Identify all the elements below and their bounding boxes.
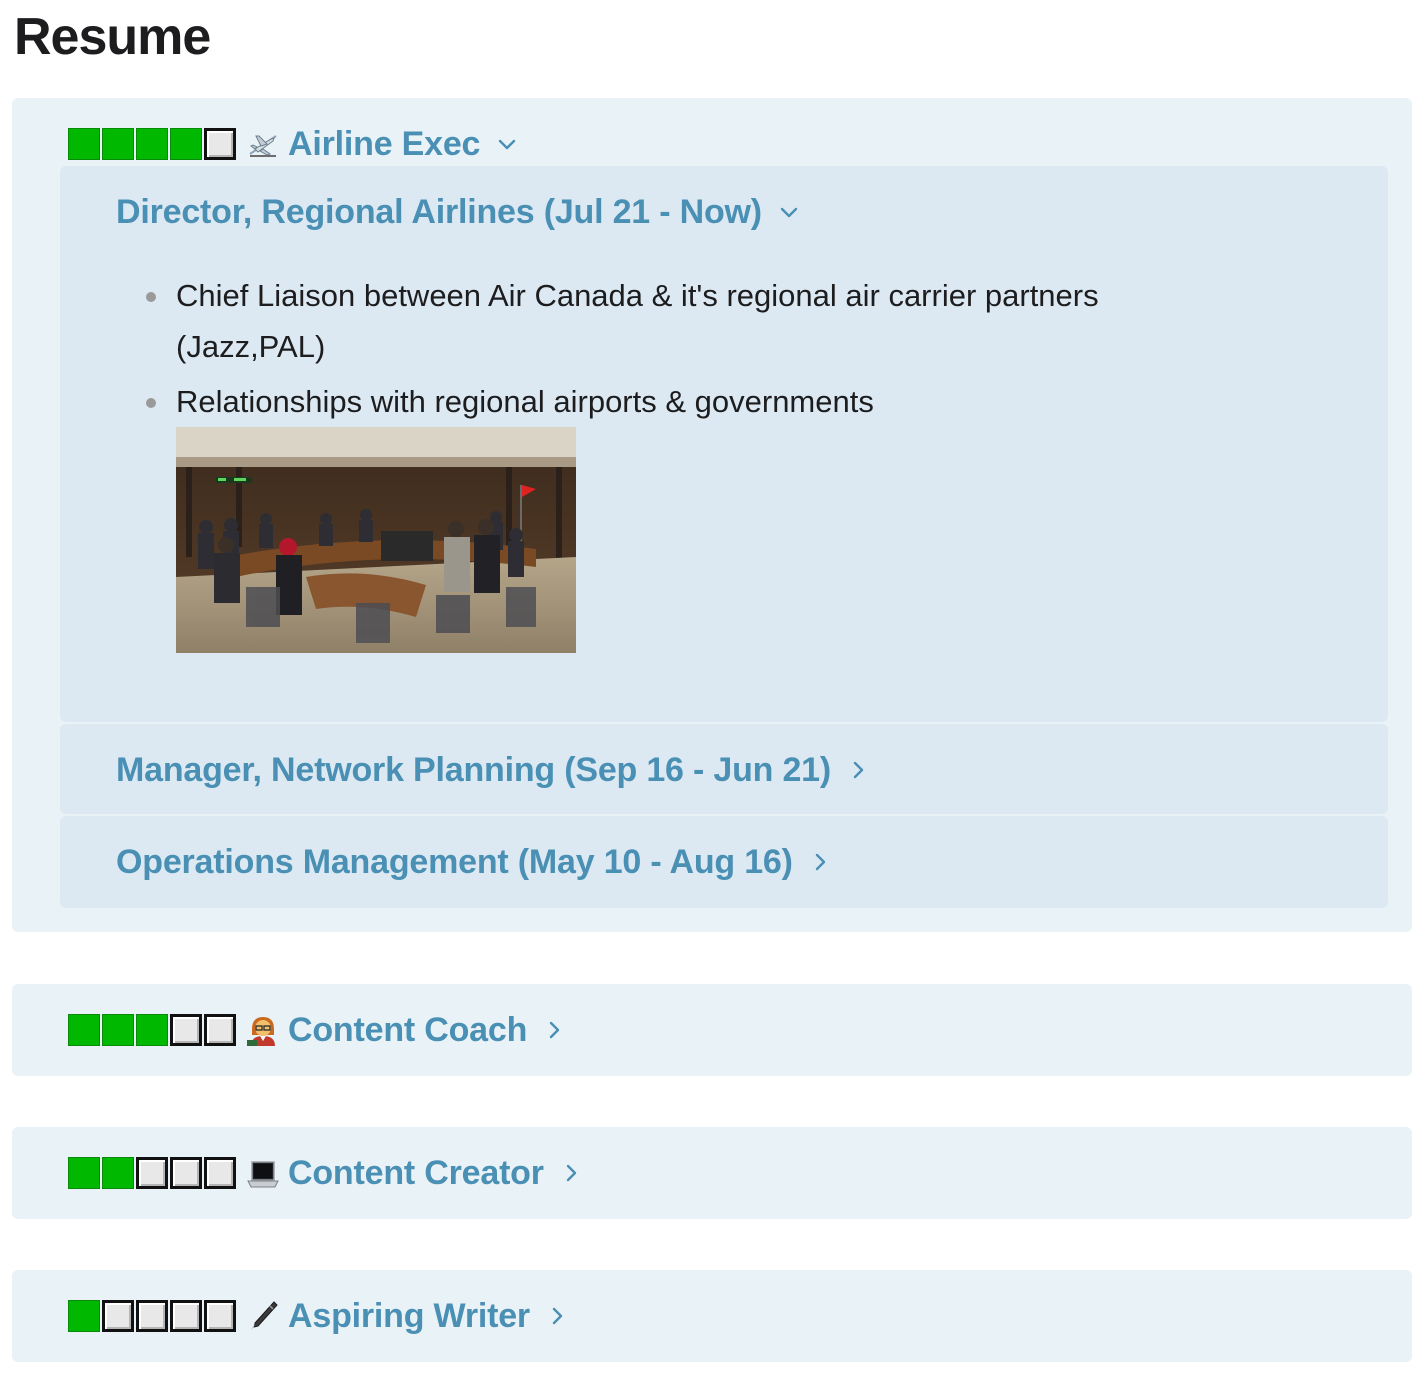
rating-box-empty — [204, 128, 236, 160]
rating-box-empty — [170, 1157, 202, 1189]
rating-box-filled — [170, 128, 202, 160]
rating-box-empty — [136, 1300, 168, 1332]
chevron-right-icon[interactable] — [546, 1305, 568, 1327]
rating-meter — [68, 1013, 238, 1047]
group-title: Content Coach — [288, 1010, 528, 1049]
bullet-list: Chief Liaison between Air Canada & it's … — [144, 270, 1244, 431]
rating-box-filled — [68, 1157, 100, 1189]
rating-meter — [68, 1156, 238, 1190]
rating-box-filled — [68, 128, 100, 160]
rating-box-empty — [204, 1157, 236, 1189]
rating-box-empty — [170, 1014, 202, 1046]
rating-box-filled — [68, 1014, 100, 1046]
group-header-content-creator[interactable]: Content Creator — [68, 1153, 582, 1193]
job-operations-management: Operations Management (May 10 - Aug 16) — [60, 816, 1388, 908]
rating-box-empty — [170, 1300, 202, 1332]
group-header-content-coach[interactable]: Content Coach — [68, 1010, 565, 1050]
pen-icon — [246, 1299, 280, 1333]
page-title: Resume — [14, 8, 211, 66]
chevron-right-icon[interactable] — [809, 851, 831, 873]
group-title: Content Creator — [288, 1153, 544, 1192]
list-item: Chief Liaison between Air Canada & it's … — [144, 270, 1244, 372]
job-title: Manager, Network Planning (Sep 16 - Jun … — [116, 750, 832, 789]
chevron-right-icon[interactable] — [543, 1019, 565, 1041]
group-aspiring-writer: Aspiring Writer — [12, 1270, 1412, 1362]
chevron-down-icon[interactable] — [778, 201, 800, 223]
job-header-manager[interactable]: Manager, Network Planning (Sep 16 - Jun … — [116, 748, 869, 792]
rating-box-empty — [102, 1300, 134, 1332]
job-director-regional-airlines: Director, Regional Airlines (Jul 21 - No… — [60, 166, 1388, 722]
rating-box-empty — [204, 1300, 236, 1332]
job-header-operations[interactable]: Operations Management (May 10 - Aug 16) — [116, 840, 831, 884]
group-header-aspiring-writer[interactable]: Aspiring Writer — [68, 1296, 568, 1336]
rating-meter — [68, 127, 238, 161]
group-header-airline-exec[interactable]: Airline Exec — [68, 124, 518, 164]
group-title: Aspiring Writer — [288, 1296, 530, 1335]
job-title: Operations Management (May 10 - Aug 16) — [116, 842, 793, 881]
rating-box-filled — [102, 1157, 134, 1189]
list-item: Relationships with regional airports & g… — [144, 376, 1244, 427]
teacher-icon — [246, 1013, 280, 1047]
chevron-right-icon[interactable] — [847, 759, 869, 781]
rating-meter — [68, 1299, 238, 1333]
rating-box-empty — [136, 1157, 168, 1189]
job-header-director[interactable]: Director, Regional Airlines (Jul 21 - No… — [116, 190, 800, 234]
laptop-icon — [246, 1156, 280, 1190]
job-manager-network-planning: Manager, Network Planning (Sep 16 - Jun … — [60, 724, 1388, 814]
group-title: Airline Exec — [288, 124, 481, 163]
group-airline-exec: Airline Exec Director, Regional Airlines… — [12, 98, 1412, 932]
rating-box-filled — [102, 1014, 134, 1046]
rating-box-empty — [204, 1014, 236, 1046]
rating-box-filled — [136, 1014, 168, 1046]
chevron-down-icon[interactable] — [496, 133, 518, 155]
rating-box-filled — [102, 128, 134, 160]
committee-meeting-photo — [176, 427, 576, 653]
group-content-creator: Content Creator — [12, 1127, 1412, 1219]
rating-box-filled — [136, 128, 168, 160]
chevron-right-icon[interactable] — [560, 1162, 582, 1184]
group-content-coach: Content Coach — [12, 984, 1412, 1076]
rating-box-filled — [68, 1300, 100, 1332]
airplane-icon — [246, 127, 280, 161]
job-title: Director, Regional Airlines (Jul 21 - No… — [116, 192, 762, 231]
